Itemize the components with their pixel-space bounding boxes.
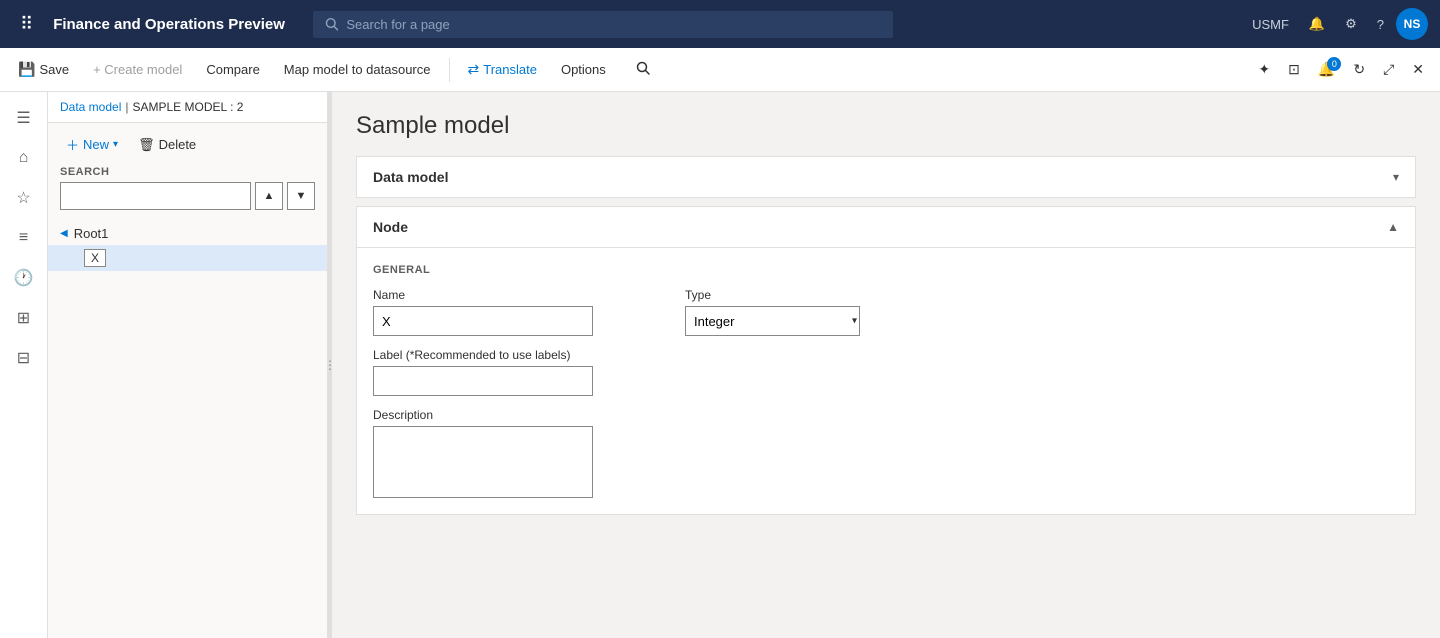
- cmd-right-icons: ✦ ⊡ 🔔 0 ↻ ⤢ ✕: [1250, 55, 1432, 84]
- sidebar-list[interactable]: ≡: [6, 220, 42, 256]
- description-field-group: Description: [373, 408, 593, 498]
- search-label: SEARCH: [60, 166, 315, 178]
- name-input[interactable]: [373, 306, 593, 336]
- form-right-col: Type Integer String Boolean Real Date Da…: [685, 288, 865, 336]
- search-icon: [325, 17, 338, 31]
- command-bar: 💾 Save + Create model Compare Map model …: [0, 48, 1440, 92]
- sidebar-modules[interactable]: ⊟: [6, 340, 42, 376]
- sidebar-recent[interactable]: 🕐: [6, 260, 42, 296]
- dropdown-chevron-icon: ▾: [113, 139, 118, 150]
- search-input-row: ▲ ▼: [60, 182, 315, 210]
- child-node-box: X: [84, 249, 106, 267]
- personalize-icon[interactable]: ✦: [1250, 55, 1278, 84]
- tree-toolbar: ＋ New ▾ 🗑 Delete: [48, 123, 327, 166]
- search-input[interactable]: [346, 17, 881, 32]
- translate-button[interactable]: ⇄ Translate: [458, 55, 547, 84]
- data-model-header[interactable]: Data model ▾: [357, 157, 1415, 197]
- tree-child-node[interactable]: X: [48, 245, 327, 271]
- app-title: Finance and Operations Preview: [53, 16, 285, 33]
- breadcrumb-link[interactable]: Data model: [60, 100, 121, 114]
- breadcrumb-current: SAMPLE MODEL : 2: [133, 100, 244, 114]
- node-section-body: GENERAL Name Label (*Recommended to use …: [357, 248, 1415, 514]
- name-label: Name: [373, 288, 593, 302]
- compare-button[interactable]: Compare: [196, 56, 269, 83]
- tree-content: ◀ Root1 X: [48, 218, 327, 638]
- save-icon: 💾: [18, 61, 35, 78]
- notifications-icon[interactable]: 🔔 0: [1310, 55, 1343, 84]
- type-select-wrapper: Integer String Boolean Real Date DateTim…: [685, 306, 865, 336]
- name-field-group: Name: [373, 288, 593, 336]
- sidebar-favorites[interactable]: ☆: [6, 180, 42, 216]
- data-model-title: Data model: [373, 169, 448, 185]
- main-content: Sample model Data model ▾ Node ▲ GENERAL: [332, 92, 1440, 638]
- data-model-section: Data model ▾: [356, 156, 1416, 198]
- top-navbar: ⠿ Finance and Operations Preview USMF 🔔 …: [0, 0, 1440, 48]
- main-layout: ☰ ⌂ ☆ ≡ 🕐 ⊞ ⊟ Data model | SAMPLE MODEL …: [0, 92, 1440, 638]
- sidebar-workspace[interactable]: ⊞: [6, 300, 42, 336]
- plus-icon: ＋: [66, 135, 79, 154]
- sidebar-hamburger[interactable]: ☰: [6, 100, 42, 136]
- label-field-label: Label (*Recommended to use labels): [373, 348, 593, 362]
- node-section-title: Node: [373, 219, 408, 235]
- new-button[interactable]: ＋ New ▾: [60, 131, 124, 158]
- settings-icon[interactable]: ⚙: [1337, 12, 1365, 36]
- root-node-label: Root1: [74, 226, 109, 241]
- node-section: Node ▲ GENERAL Name Label (*Recommended …: [356, 206, 1416, 515]
- description-label: Description: [373, 408, 593, 422]
- description-textarea[interactable]: [373, 426, 593, 498]
- sidebar-icons: ☰ ⌂ ☆ ≡ 🕐 ⊞ ⊟: [0, 92, 48, 638]
- label-input[interactable]: [373, 366, 593, 396]
- search-cmd-icon[interactable]: [628, 55, 658, 84]
- tree-panel: Data model | SAMPLE MODEL : 2 ＋ New ▾ 🗑 …: [48, 92, 328, 638]
- search-section: SEARCH ▲ ▼: [48, 166, 327, 218]
- form-row-main: Name Label (*Recommended to use labels) …: [373, 288, 1399, 498]
- collapse-icon: ◀: [60, 228, 68, 239]
- create-model-button[interactable]: + Create model: [83, 56, 192, 83]
- type-field-group: Type Integer String Boolean Real Date Da…: [685, 288, 865, 336]
- type-select[interactable]: Integer String Boolean Real Date DateTim…: [685, 306, 860, 336]
- delete-icon: 🗑: [138, 137, 155, 153]
- map-model-button[interactable]: Map model to datasource: [274, 56, 441, 83]
- delete-button[interactable]: 🗑 Delete: [132, 133, 202, 157]
- avatar[interactable]: NS: [1396, 8, 1428, 40]
- form-left-col: Name Label (*Recommended to use labels) …: [373, 288, 593, 498]
- notification-badge: 0: [1327, 57, 1341, 71]
- save-button[interactable]: 💾 Save: [8, 55, 79, 84]
- nav-right-actions: USMF 🔔 ⚙ ? NS: [1244, 8, 1428, 40]
- label-field-group: Label (*Recommended to use labels): [373, 348, 593, 396]
- tree-search-input[interactable]: [60, 182, 251, 210]
- sidebar-home[interactable]: ⌂: [6, 140, 42, 176]
- tree-root-node[interactable]: ◀ Root1: [48, 222, 327, 245]
- options-button[interactable]: Options: [551, 56, 616, 83]
- close-icon[interactable]: ✕: [1404, 55, 1432, 84]
- node-chevron-icon: ▲: [1387, 220, 1399, 234]
- search-down-button[interactable]: ▼: [287, 182, 315, 210]
- refresh-icon[interactable]: ↻: [1345, 55, 1373, 84]
- cmd-separator: [449, 58, 450, 82]
- translate-icon: ⇄: [468, 61, 480, 78]
- bell-icon[interactable]: 🔔: [1301, 12, 1333, 36]
- open-new-icon[interactable]: ⤢: [1375, 55, 1402, 84]
- usmf-label[interactable]: USMF: [1244, 13, 1297, 36]
- breadcrumb-separator: |: [125, 100, 128, 114]
- data-model-chevron-icon: ▾: [1393, 170, 1399, 184]
- page-title: Sample model: [356, 112, 1416, 140]
- search-bar: [313, 11, 893, 38]
- apps-grid-icon[interactable]: ⠿: [12, 10, 41, 39]
- type-label: Type: [685, 288, 865, 302]
- help-icon[interactable]: ?: [1369, 13, 1392, 36]
- breadcrumb: Data model | SAMPLE MODEL : 2: [48, 92, 327, 123]
- general-label: GENERAL: [373, 264, 1399, 276]
- search-up-button[interactable]: ▲: [255, 182, 283, 210]
- node-section-header[interactable]: Node ▲: [357, 207, 1415, 248]
- view-icon[interactable]: ⊡: [1280, 55, 1308, 84]
